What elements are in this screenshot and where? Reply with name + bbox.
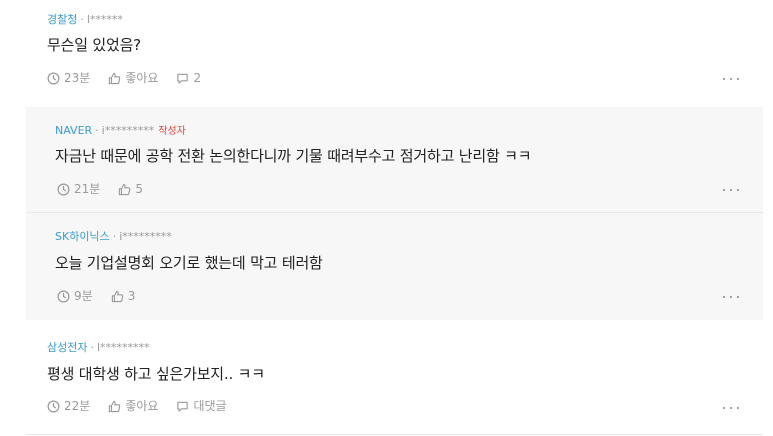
- timestamp: 21분: [57, 181, 100, 197]
- author-badge: 작성자: [158, 126, 186, 137]
- comment-meta: SK하이닉스 · i*********: [55, 230, 172, 244]
- comment-text: 자금난 때문에 공학 전환 논의한다니까 기물 때려부수고 점거하고 난리함 ㅋ…: [55, 147, 532, 165]
- speech-bubble-icon: [177, 73, 189, 84]
- divider: [26, 434, 763, 435]
- masked-username: l******: [86, 13, 123, 26]
- more-options-button[interactable]: [723, 184, 739, 196]
- separator-dot: ·: [112, 230, 117, 243]
- separator-dot: ·: [90, 341, 94, 354]
- masked-username: i*********: [101, 124, 155, 137]
- thumbs-up-icon: [109, 400, 121, 412]
- company-name[interactable]: 삼성전자: [47, 341, 87, 354]
- comment-actions: 21분 5: [57, 181, 161, 197]
- thumbs-up-icon: [111, 290, 123, 302]
- clock-icon: [57, 290, 70, 302]
- time-label: 21분: [74, 182, 101, 196]
- like-count: 5: [135, 182, 143, 196]
- thumbs-up-icon: [109, 72, 121, 84]
- time-label: 22분: [64, 399, 91, 413]
- like-button[interactable]: 3: [111, 288, 136, 304]
- thumbs-up-icon: [119, 183, 131, 195]
- reply-button[interactable]: 2: [176, 70, 201, 86]
- comment-text: 무슨일 있었음?: [47, 36, 141, 54]
- separator-dot: ·: [80, 13, 84, 26]
- like-button[interactable]: 좋아요: [108, 70, 158, 86]
- more-options-button[interactable]: [723, 291, 739, 303]
- time-label: 23분: [64, 71, 91, 85]
- time-label: 9분: [74, 289, 93, 303]
- comment-2: 삼성전자 · l********* 평생 대학생 하고 싶은가보지.. ㅋㅋ 22분…: [26, 320, 763, 434]
- like-button[interactable]: 5: [118, 181, 143, 197]
- company-name[interactable]: 경찰청: [47, 13, 77, 26]
- clock-icon: [47, 72, 60, 84]
- comment-meta: 경찰청 · l******: [47, 13, 123, 27]
- company-name[interactable]: NAVER: [55, 124, 92, 137]
- timestamp: 23분: [47, 70, 90, 86]
- clock-icon: [47, 400, 60, 412]
- reply-count: 2: [193, 71, 202, 85]
- comment-actions: 23분 좋아요 2: [47, 70, 219, 86]
- like-label: 좋아요: [125, 71, 159, 85]
- clock-icon: [57, 183, 70, 195]
- like-label: 좋아요: [125, 399, 159, 413]
- more-options-button[interactable]: [723, 73, 739, 85]
- comment-actions: 22분 좋아요 대댓글: [47, 398, 245, 414]
- reply-1: NAVER · i********* 작성자 자금난 때문에 공학 전환 논의한다니까…: [26, 107, 763, 212]
- comment-meta: 삼성전자 · l*********: [47, 341, 150, 355]
- comment-text: 오늘 기업설명회 오기로 했는데 막고 테러함: [55, 254, 323, 272]
- reply-2: SK하이닉스 · i********* 오늘 기업설명회 오기로 했는데 막고 테러…: [26, 213, 763, 320]
- separator-dot: ·: [95, 124, 99, 137]
- comment-meta: NAVER · i********* 작성자: [55, 124, 186, 139]
- speech-bubble-icon: [177, 401, 189, 412]
- timestamp: 22분: [47, 398, 90, 414]
- timestamp: 9분: [57, 288, 93, 304]
- like-button[interactable]: 좋아요: [108, 398, 158, 414]
- reply-label: 대댓글: [193, 399, 227, 413]
- masked-username: l*********: [96, 341, 150, 354]
- like-count: 3: [127, 289, 136, 303]
- company-name[interactable]: SK하이닉스: [55, 230, 110, 243]
- comment-text: 평생 대학생 하고 싶은가보지.. ㅋㅋ: [47, 365, 265, 383]
- masked-username: i*********: [119, 230, 172, 243]
- comment-actions: 9분 3: [57, 288, 153, 304]
- comment-1: 경찰청 · l****** 무슨일 있었음? 23분 좋아요 2: [26, 0, 763, 106]
- more-options-button[interactable]: [723, 402, 739, 414]
- reply-button[interactable]: 대댓글: [176, 398, 227, 414]
